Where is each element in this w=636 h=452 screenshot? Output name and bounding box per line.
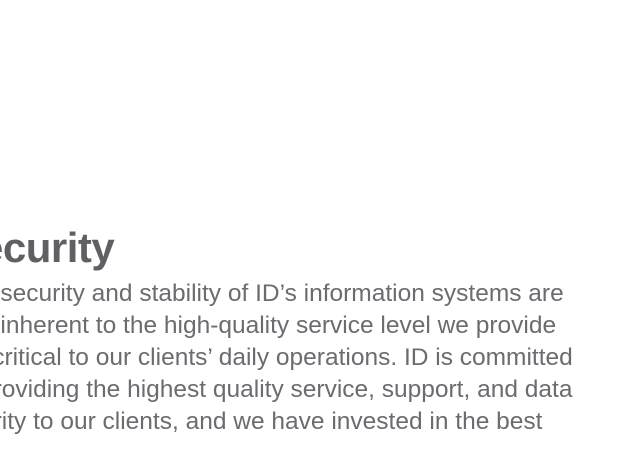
paragraph-line-1: e security and stability of ID’s informa… xyxy=(0,280,564,307)
page-viewport: ecurity e security and stability of ID’s… xyxy=(0,0,636,452)
security-section: ecurity e security and stability of ID’s… xyxy=(0,224,636,438)
security-paragraph: e security and stability of ID’s informa… xyxy=(0,278,636,438)
paragraph-line-3: l critical to our clients’ daily operati… xyxy=(0,344,573,371)
paragraph-line-2: h inherent to the high-quality service l… xyxy=(0,312,557,339)
section-title: ecurity xyxy=(0,224,115,271)
paragraph-line-4: providing the highest quality service, s… xyxy=(0,376,573,403)
paragraph-line-5: urity to our clients, and we have invest… xyxy=(0,408,543,435)
